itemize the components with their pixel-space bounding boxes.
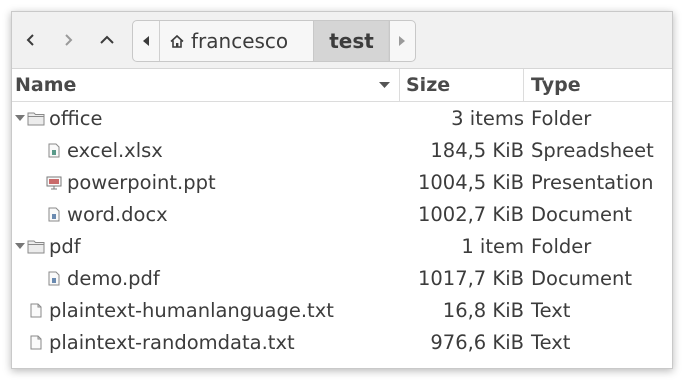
home-icon (169, 34, 185, 49)
up-button[interactable] (94, 27, 120, 53)
file-list: office 3 items Folder excel.xlsx 184,5 K… (12, 102, 672, 358)
file-row[interactable]: pdf 1 item Folder (12, 230, 672, 262)
toolbar: francesco test (12, 12, 672, 69)
folder-icon (27, 230, 45, 262)
file-name: demo.pdf (67, 266, 160, 290)
document-file-icon (45, 198, 63, 230)
file-row[interactable]: excel.xlsx 184,5 KiB Spreadsheet (12, 134, 672, 166)
file-row[interactable]: plaintext-humanlanguage.txt 16,8 KiB Tex… (12, 294, 672, 326)
file-name: powerpoint.ppt (67, 170, 216, 194)
path-crumb-home[interactable]: francesco (159, 21, 310, 61)
file-name: excel.xlsx (67, 138, 163, 162)
column-header-type-label: Type (531, 74, 581, 96)
triangle-right-icon (399, 36, 405, 46)
back-button[interactable] (18, 27, 44, 53)
triangle-down-icon (15, 114, 25, 121)
file-type: Presentation (531, 170, 654, 194)
file-size: 976,6 KiB (430, 330, 524, 354)
file-size: 16,8 KiB (442, 298, 524, 322)
text-file-icon (27, 294, 45, 326)
path-crumb-current[interactable]: test (313, 21, 390, 61)
chevron-right-icon (65, 34, 73, 46)
file-row[interactable]: demo.pdf 1017,7 KiB Document (12, 262, 672, 294)
file-type: Folder (531, 106, 592, 130)
file-type: Document (531, 202, 633, 226)
column-header-size-label: Size (406, 74, 451, 96)
file-type: Text (531, 298, 571, 322)
path-bar: francesco test (132, 20, 416, 62)
file-size: 3 items (451, 106, 524, 130)
triangle-down-icon (15, 242, 25, 249)
triangle-left-icon (143, 36, 149, 46)
sort-descending-icon (379, 82, 390, 88)
spreadsheet-file-icon (45, 134, 63, 166)
column-header-type[interactable]: Type (524, 69, 672, 101)
forward-button[interactable] (55, 27, 81, 53)
file-row[interactable]: plaintext-randomdata.txt 976,6 KiB Text (12, 326, 672, 358)
file-manager-window: francesco test Name Size Type office 3 i… (11, 11, 673, 369)
file-name: pdf (49, 234, 81, 258)
path-crumb-current-label: test (329, 29, 374, 53)
path-scroll-right-button[interactable] (388, 21, 415, 61)
file-size: 1017,7 KiB (417, 266, 524, 290)
column-header-size[interactable]: Size (400, 69, 524, 101)
file-size: 1002,7 KiB (417, 202, 524, 226)
file-type: Folder (531, 234, 592, 258)
folder-icon (27, 102, 45, 134)
column-header-name-label: Name (15, 74, 77, 96)
column-header: Name Size Type (12, 69, 672, 102)
file-size: 184,5 KiB (430, 138, 524, 162)
chevron-up-icon (100, 35, 114, 44)
path-scroll-left-button[interactable] (133, 21, 160, 61)
chevron-left-icon (26, 34, 34, 46)
file-name: plaintext-humanlanguage.txt (49, 298, 334, 322)
expander-button[interactable] (14, 230, 26, 262)
document-file-icon (45, 262, 63, 294)
file-type: Document (531, 266, 633, 290)
file-size: 1004,5 KiB (417, 170, 524, 194)
column-header-name[interactable]: Name (12, 69, 400, 101)
file-size: 1 item (461, 234, 524, 258)
file-row[interactable]: word.docx 1002,7 KiB Document (12, 198, 672, 230)
file-type: Text (531, 330, 571, 354)
file-row[interactable]: office 3 items Folder (12, 102, 672, 134)
expander-button[interactable] (14, 102, 26, 134)
text-file-icon (27, 326, 45, 358)
file-row[interactable]: powerpoint.ppt 1004,5 KiB Presentation (12, 166, 672, 198)
file-name: word.docx (67, 202, 168, 226)
presentation-file-icon (45, 166, 63, 198)
file-type: Spreadsheet (531, 138, 654, 162)
file-name: office (49, 106, 103, 130)
path-crumb-home-label: francesco (191, 29, 289, 53)
file-name: plaintext-randomdata.txt (49, 330, 295, 354)
